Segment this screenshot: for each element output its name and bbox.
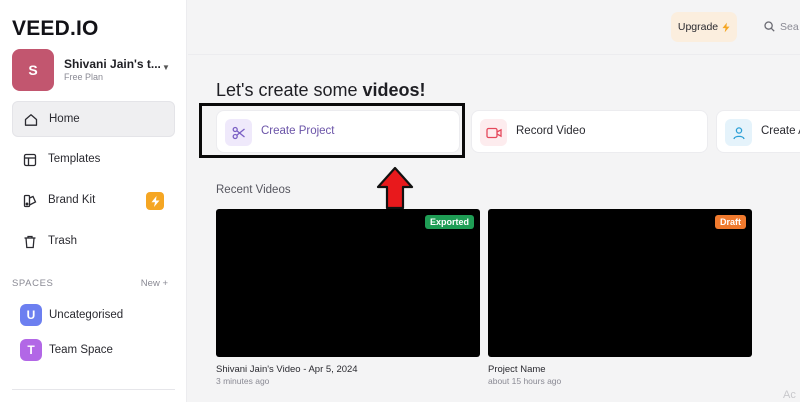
sidebar-item-trash[interactable]: Trash (12, 224, 175, 260)
workspace-plan: Free Plan (64, 72, 104, 82)
bolt-icon (146, 192, 164, 210)
video-timestamp: about 15 hours ago (488, 376, 562, 386)
workspace-avatar: S (12, 49, 54, 91)
heading-prefix: Let's create some (216, 80, 358, 100)
recent-videos-title: Recent Videos (216, 184, 291, 196)
workspace-name: Shivani Jain's t... (64, 57, 161, 71)
bolt-icon (722, 22, 730, 32)
workspace-switcher[interactable]: S Shivani Jain's t... Free Plan ▼ (12, 49, 177, 91)
sidebar: VEED.IO S Shivani Jain's t... Free Plan … (0, 0, 187, 402)
sidebar-divider (12, 389, 175, 390)
space-label: Uncategorised (49, 309, 124, 321)
upgrade-button[interactable]: Upgrade (671, 12, 737, 42)
space-label: Team Space (49, 344, 113, 356)
space-badge: T (20, 339, 42, 361)
status-badge: Exported (424, 215, 474, 229)
templates-icon (23, 153, 37, 167)
record-video-button[interactable]: Record Video (471, 110, 708, 153)
sidebar-item-label: Trash (48, 235, 77, 247)
space-item-uncategorised[interactable]: U Uncategorised (20, 304, 170, 326)
upgrade-label: Upgrade (677, 21, 719, 33)
create-avatar-icon (725, 119, 752, 146)
veed-logo[interactable]: VEED.IO (12, 17, 99, 41)
status-badge: Draft (714, 215, 746, 229)
search-placeholder: Sea (780, 21, 799, 33)
heading-bold: videos! (362, 80, 426, 100)
page-heading: Let's create some videos! (216, 80, 426, 101)
card-label: Record Video (516, 125, 586, 137)
video-title[interactable]: Project Name (488, 364, 546, 375)
create-avatar-button[interactable]: Create A (716, 110, 800, 153)
up-arrow-icon (376, 166, 414, 210)
search-input[interactable]: Sea (760, 17, 800, 37)
home-icon (24, 114, 38, 126)
spaces-header: SPACES New + (12, 278, 172, 290)
watermark-text: Ac (783, 389, 796, 401)
highlight-box (199, 103, 465, 158)
sidebar-item-brand-kit[interactable]: Brand Kit (12, 183, 175, 219)
new-space-button[interactable]: New + (141, 278, 168, 289)
sidebar-item-label: Templates (48, 153, 101, 165)
caret-down-icon: ▼ (162, 63, 170, 72)
sidebar-item-templates[interactable]: Templates (12, 142, 175, 178)
video-thumbnail[interactable]: Draft (488, 209, 752, 357)
sidebar-item-label: Home (49, 113, 80, 125)
video-timestamp: 3 minutes ago (216, 376, 270, 386)
sidebar-item-home[interactable]: Home (12, 101, 175, 137)
brand-kit-icon (23, 194, 37, 208)
search-icon (764, 21, 775, 32)
card-label: Create A (761, 125, 800, 137)
video-thumbnail[interactable]: Exported (216, 209, 480, 357)
trash-icon (24, 235, 36, 249)
top-bar: Upgrade Sea (188, 0, 800, 55)
space-item-team-space[interactable]: T Team Space (20, 339, 170, 361)
video-title[interactable]: Shivani Jain's Video - Apr 5, 2024 (216, 364, 358, 375)
record-video-icon (480, 119, 507, 146)
sidebar-item-label: Brand Kit (48, 194, 96, 206)
space-badge: U (20, 304, 42, 326)
spaces-title: SPACES (12, 278, 54, 289)
